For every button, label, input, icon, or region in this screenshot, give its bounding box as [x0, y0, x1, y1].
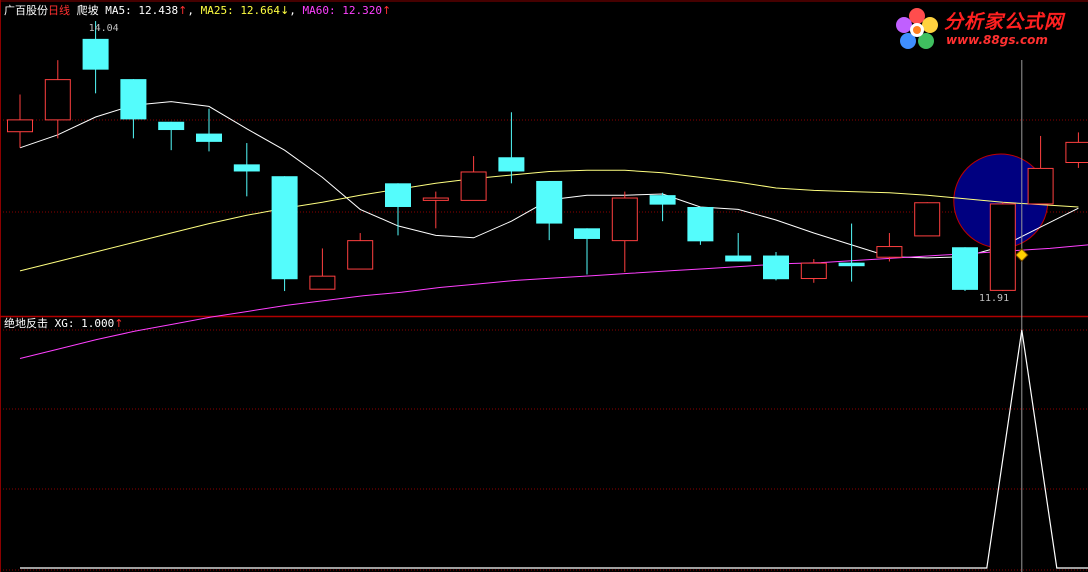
site-logo: 分析家公式网 www.88gs.com — [890, 4, 1080, 54]
candle — [347, 233, 374, 270]
candle — [914, 202, 941, 237]
candle — [196, 108, 222, 152]
candle — [1065, 132, 1088, 168]
candle-body — [876, 246, 903, 258]
period-label[interactable]: 日线 — [48, 4, 70, 17]
candle-body — [800, 262, 827, 280]
ma25-down-arrow-icon: ↓ — [280, 4, 290, 17]
ma5-value: MA5: 12.438 — [105, 4, 179, 17]
candle — [309, 248, 336, 290]
candle — [498, 112, 525, 184]
candle-body — [309, 275, 336, 290]
candle — [725, 233, 752, 262]
candle-body — [347, 240, 374, 270]
candle — [233, 143, 260, 197]
candle — [44, 60, 71, 139]
ma60-value: MA60: 12.320 — [302, 4, 383, 17]
ma25-value: MA25: 12.664 — [200, 4, 281, 17]
candle — [649, 192, 676, 222]
candle-body — [536, 180, 563, 224]
candle — [1027, 135, 1054, 205]
candle-body — [460, 171, 487, 201]
candle-body — [574, 228, 600, 239]
xg-signal-line — [20, 329, 1088, 569]
xg-value: XG: 1.000 — [54, 317, 115, 330]
candle-body — [952, 247, 978, 290]
candle — [838, 223, 865, 282]
candle — [536, 180, 563, 241]
separator-comma: , — [289, 4, 296, 17]
candle-body — [422, 197, 449, 201]
candle — [574, 228, 600, 275]
xg-up-arrow-icon: ↑ — [114, 317, 124, 330]
indicator-name[interactable]: 爬坡 — [77, 4, 99, 17]
low-price-label: 11.91 — [979, 293, 1009, 304]
logo-url[interactable]: www.88gs.com — [946, 33, 1048, 47]
candle-body — [649, 195, 676, 205]
sub-indicator-name[interactable]: 绝地反击 — [4, 317, 48, 330]
candle — [687, 206, 714, 245]
logo-title: 分析家公式网 — [944, 11, 1065, 33]
candle-body — [120, 79, 147, 120]
candle-body — [611, 197, 638, 242]
candle — [385, 183, 411, 236]
sub-chart-header: 绝地反击 XG: 1.000↑ — [4, 317, 123, 330]
candle-body — [233, 164, 260, 172]
candle — [120, 79, 147, 139]
flower-logo-icon — [896, 8, 938, 49]
candle-body — [763, 255, 789, 280]
candle — [763, 251, 789, 281]
candle-body — [725, 255, 752, 262]
candle-body — [82, 38, 109, 70]
candle — [158, 121, 185, 151]
chart-canvas[interactable]: 14.04 11.91 — [0, 0, 1088, 572]
main-chart-header: 广百股份日线 爬坡 MA5: 12.438↑, MA25: 12.664↓, M… — [4, 4, 391, 17]
candle-body — [271, 176, 298, 280]
candle-body — [687, 206, 714, 242]
ma60-up-arrow-icon: ↑ — [382, 4, 392, 17]
candle-body — [196, 133, 222, 142]
candle-body — [1027, 167, 1054, 205]
candle — [611, 191, 638, 273]
candle — [989, 202, 1016, 292]
candle-body — [44, 79, 71, 121]
candle — [876, 233, 903, 262]
candle — [271, 176, 298, 292]
candle-body — [989, 203, 1016, 291]
candle-body — [158, 121, 185, 131]
candle-body — [914, 202, 941, 237]
ma5-up-arrow-icon: ↑ — [178, 4, 188, 17]
candle — [952, 247, 978, 292]
candle-body — [385, 183, 411, 207]
candle-body — [498, 157, 525, 172]
candle — [7, 94, 33, 148]
candle-body — [1065, 141, 1088, 163]
candle — [460, 156, 487, 201]
candle-body — [7, 119, 33, 133]
ma-line-ma60 — [19, 244, 1088, 359]
candle — [422, 191, 449, 229]
separator-comma: , — [187, 4, 194, 17]
candle-body — [838, 262, 865, 267]
high-price-label: 14.04 — [89, 23, 119, 34]
stock-name: 广百股份 — [4, 4, 48, 17]
